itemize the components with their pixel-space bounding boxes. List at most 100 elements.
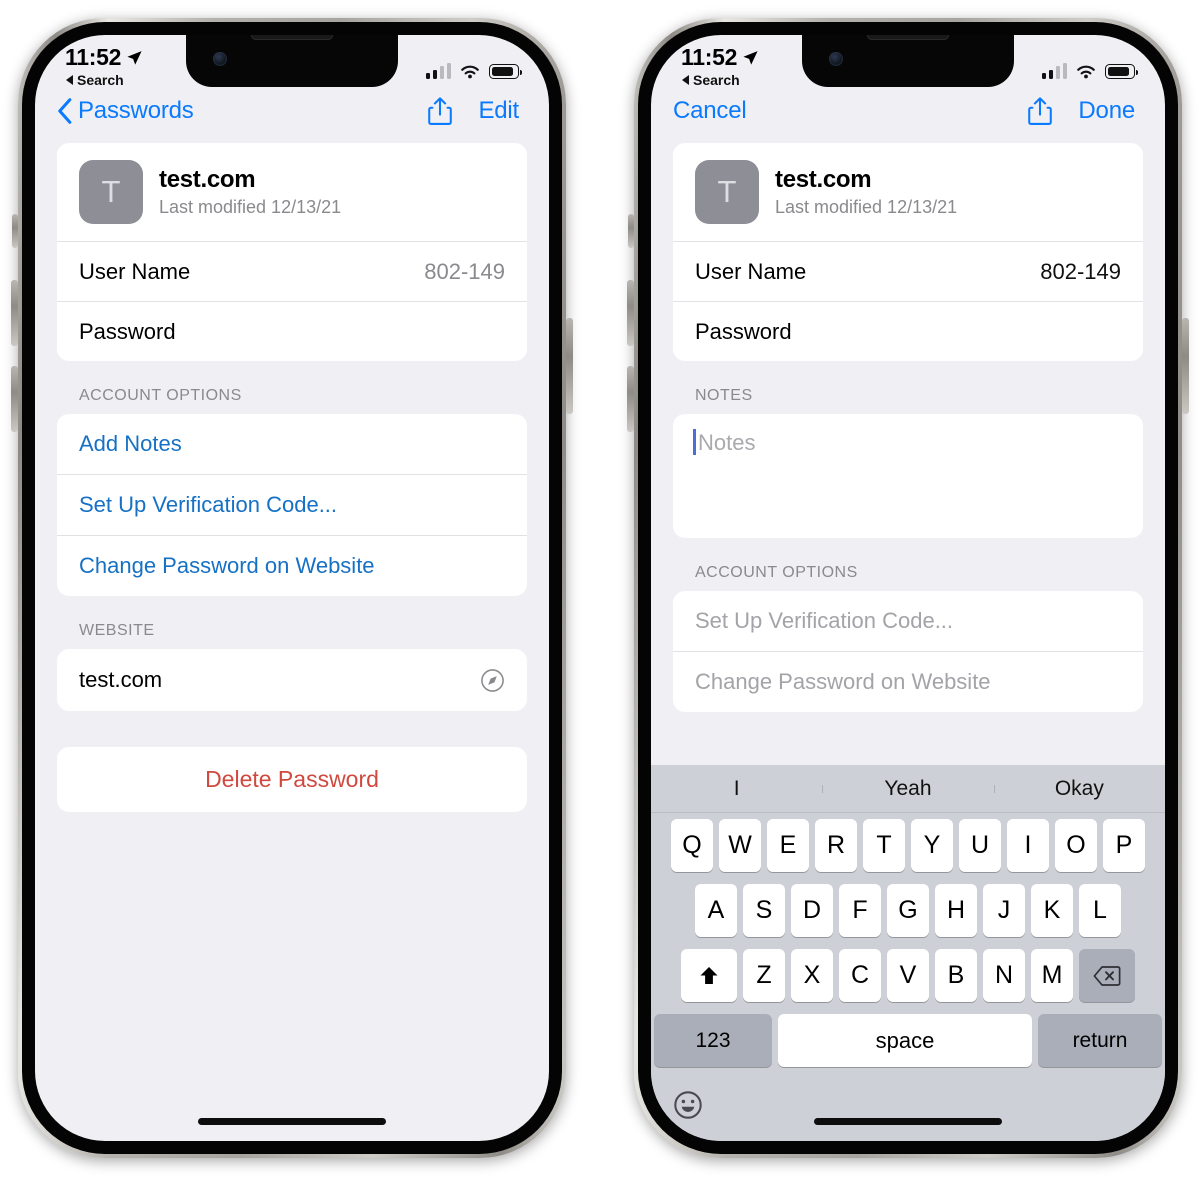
key-y[interactable]: Y	[911, 819, 953, 872]
return-key[interactable]: return	[1038, 1014, 1162, 1067]
username-label: User Name	[79, 258, 191, 284]
right-nav-actions: Done	[1028, 97, 1135, 125]
account-header: T test.com Last modified 12/13/21	[673, 143, 1143, 241]
key-t[interactable]: T	[863, 819, 905, 872]
cancel-button-label: Cancel	[673, 97, 747, 124]
location-arrow-icon	[743, 51, 758, 65]
key-k[interactable]: K	[1031, 884, 1073, 937]
left-phone-device: 11:52 Search Passwords Edit T test.com L…	[11, 18, 573, 1158]
keyboard-bottom-bar	[651, 1073, 1165, 1137]
battery-icon	[1105, 64, 1138, 79]
key-q[interactable]: Q	[671, 819, 713, 872]
notes-header: NOTES	[695, 387, 753, 404]
key-a[interactable]: A	[695, 884, 737, 937]
share-icon[interactable]	[1028, 97, 1053, 125]
safari-compass-icon[interactable]	[480, 668, 505, 693]
cellular-signal-icon	[425, 63, 451, 79]
volume-down-button[interactable]	[627, 366, 634, 432]
right-phone-screen: 11:52 Search Cancel Done T test.com Last…	[651, 35, 1165, 1141]
back-button-label: Passwords	[78, 97, 194, 124]
shift-key[interactable]	[681, 949, 737, 1002]
key-u[interactable]: U	[959, 819, 1001, 872]
volume-down-button[interactable]	[11, 366, 18, 432]
key-s[interactable]: S	[743, 884, 785, 937]
key-r[interactable]: R	[815, 819, 857, 872]
keyboard-row-4: 123 space return	[651, 1008, 1165, 1073]
mute-switch[interactable]	[12, 214, 18, 248]
key-f[interactable]: F	[839, 884, 881, 937]
back-button[interactable]: Passwords	[57, 97, 194, 125]
key-n[interactable]: N	[983, 949, 1025, 1002]
location-arrow-icon	[127, 51, 142, 65]
battery-icon	[489, 64, 522, 79]
avatar: T	[695, 160, 759, 224]
table-row[interactable]: User Name 802-149	[57, 241, 527, 301]
edit-button[interactable]: Edit	[478, 97, 519, 125]
key-d[interactable]: D	[791, 884, 833, 937]
back-to-search-button[interactable]: Search	[66, 72, 143, 88]
key-x[interactable]: X	[791, 949, 833, 1002]
delete-key[interactable]	[1079, 949, 1135, 1002]
website-row[interactable]: test.com	[57, 649, 527, 711]
numbers-key[interactable]: 123	[654, 1014, 772, 1067]
set-up-verification-code-button: Set Up Verification Code...	[695, 608, 954, 633]
account-card: T test.com Last modified 12/13/21 User N…	[673, 143, 1143, 361]
share-icon[interactable]	[428, 97, 453, 125]
delete-password-button[interactable]: Delete Password	[57, 747, 527, 812]
username-label: User Name	[695, 258, 807, 284]
key-o[interactable]: O	[1055, 819, 1097, 872]
table-row[interactable]: Password	[673, 301, 1143, 361]
done-button[interactable]: Done	[1078, 97, 1135, 125]
space-key[interactable]: space	[778, 1014, 1032, 1067]
power-button[interactable]	[1182, 318, 1189, 414]
cancel-button[interactable]: Cancel	[673, 97, 747, 125]
back-triangle-icon	[66, 75, 73, 85]
change-password-on-website-button[interactable]: Change Password on Website	[57, 535, 527, 596]
key-v[interactable]: V	[887, 949, 929, 1002]
keyboard-row-3: Z X C V B N M	[651, 943, 1165, 1008]
key-c[interactable]: C	[839, 949, 881, 1002]
account-last-modified: Last modified 12/13/21	[775, 197, 958, 217]
key-i[interactable]: I	[1007, 819, 1049, 872]
notes-input[interactable]: Notes	[673, 414, 1143, 538]
table-row[interactable]: Password	[57, 301, 527, 361]
power-button[interactable]	[566, 318, 573, 414]
password-label: Password	[695, 318, 792, 344]
table-row[interactable]: User Name 802-149	[673, 241, 1143, 301]
key-w[interactable]: W	[719, 819, 761, 872]
home-indicator[interactable]	[814, 1118, 1002, 1125]
website-value: test.com	[79, 667, 163, 692]
set-up-verification-code-button[interactable]: Set Up Verification Code...	[57, 474, 527, 535]
key-e[interactable]: E	[767, 819, 809, 872]
volume-up-button[interactable]	[627, 280, 634, 346]
account-title: test.com	[159, 166, 256, 193]
key-m[interactable]: M	[1031, 949, 1073, 1002]
key-z[interactable]: Z	[743, 949, 785, 1002]
home-indicator[interactable]	[198, 1118, 386, 1125]
key-g[interactable]: G	[887, 884, 929, 937]
key-b[interactable]: B	[935, 949, 977, 1002]
back-to-search-button[interactable]: Search	[682, 72, 759, 88]
key-h[interactable]: H	[935, 884, 977, 937]
key-p[interactable]: P	[1103, 819, 1145, 872]
account-header-text: test.com Last modified 12/13/21	[159, 166, 341, 218]
prediction-item[interactable]: Okay	[993, 777, 1165, 801]
notes-placeholder: Notes	[698, 430, 756, 455]
right-phone-bezel: 11:52 Search Cancel Done T test.com Last…	[638, 22, 1178, 1154]
volume-up-button[interactable]	[11, 280, 18, 346]
key-l[interactable]: L	[1079, 884, 1121, 937]
software-keyboard: I Yeah Okay Q W E R T Y U I O P A S D F …	[651, 765, 1165, 1141]
back-triangle-icon	[682, 75, 689, 85]
username-value[interactable]: 802-149	[1040, 259, 1121, 285]
left-phone-bezel: 11:52 Search Passwords Edit T test.com L…	[22, 22, 562, 1154]
avatar: T	[79, 160, 143, 224]
prediction-item[interactable]: Yeah	[822, 777, 993, 801]
wifi-icon	[461, 65, 479, 78]
key-j[interactable]: J	[983, 884, 1025, 937]
status-time-group: 11:52	[681, 44, 759, 71]
prediction-item[interactable]: I	[651, 777, 822, 801]
mute-switch[interactable]	[628, 214, 634, 248]
dual-phone-screenshot: 11:52 Search Passwords Edit T test.com L…	[0, 0, 1200, 1177]
add-notes-button[interactable]: Add Notes	[57, 414, 527, 474]
emoji-smiley-icon[interactable]	[673, 1090, 703, 1120]
